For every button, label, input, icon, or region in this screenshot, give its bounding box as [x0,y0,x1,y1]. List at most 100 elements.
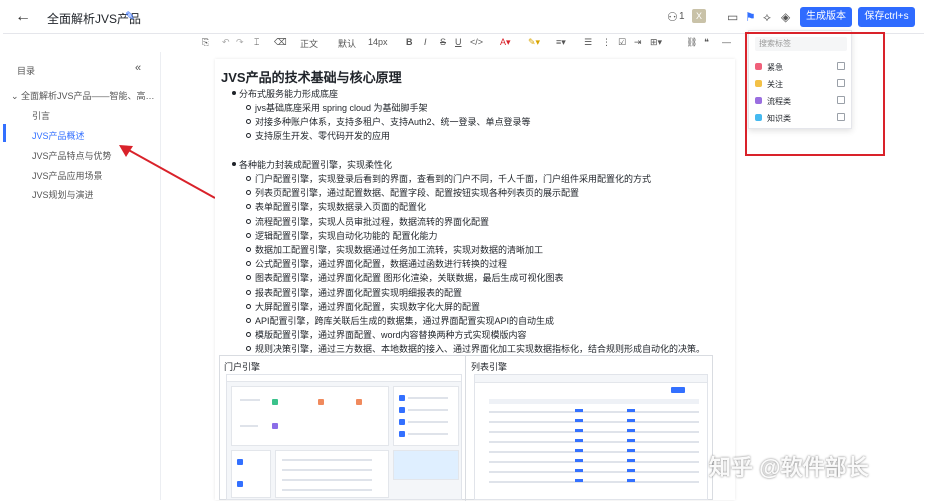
redo-icon[interactable]: ↷ [236,37,244,48]
section1-sub: jvs基础底座采用 spring cloud 为基础脚手架 [255,103,428,113]
section2-sub: API配置引擎，跨库关联后生成的数据集，通过界面配置实现API的自动生成 [255,316,555,326]
collaborators-icon[interactable]: ⚇ [667,10,678,24]
sub-bullet [246,176,251,181]
table-divider [465,356,466,501]
portal-engine-image [226,374,462,500]
italic-button[interactable]: I [424,37,427,47]
section2-sub: 逻辑配置引擎，实现自动化功能的 配置化能力 [255,230,438,241]
outline-item-features[interactable]: JVS产品特点与优势 [32,149,112,162]
outline-item-roadmap[interactable]: JVS规划与演进 [32,188,94,201]
more-icon[interactable]: — [722,37,731,47]
section2-sub: 表单配置引擎，实现数据录入页面的配置化 [255,202,427,213]
sub-bullet [246,190,251,196]
edit-pencil-icon[interactable]: ✎ [125,9,135,23]
sub-bullet [246,303,251,309]
screenshot-table: 门户引擎 列表引擎 [219,355,713,501]
sub-bullet [246,204,251,210]
bullet-dot [232,91,236,95]
share-icon[interactable]: ⟡ [763,10,771,25]
sub-bullet [246,261,251,267]
document-page[interactable]: JVS产品的技术基础与核心原理 分布式服务能力形成底座 jvs基础底座采用 sp… [215,59,735,501]
format-toolbar: ⎘ ↶ ↷ ⌶ ⌫ 正文 默认 14px B I S U </> A▾ ✎▾ ≡… [198,34,738,52]
section2-sub: 报表配置引擎，通过界面化配置实现明细报表的配置 [255,287,463,298]
avatar[interactable]: X [692,9,706,23]
list-engine-image [474,374,708,500]
mock-banner-card [393,450,459,480]
bookmark-icon[interactable]: ⚑ [745,10,756,24]
outline-title: 目录 [17,66,36,76]
folder-icon[interactable]: ▭ [727,10,738,24]
indent-icon[interactable]: ⇥ [634,37,642,48]
annotation-arrow [119,145,216,199]
font-select[interactable]: 默认 [338,37,356,50]
checklist-icon[interactable]: ☑ [618,37,626,48]
watermark: 知乎 @软件部长 [709,455,869,480]
link-icon[interactable]: ⛓ [686,37,697,48]
code-icon[interactable]: </> [470,37,483,47]
bullet-dot [232,162,236,166]
active-indicator [3,124,6,142]
top-bar: ← 全面解析JVS产品 ✎ ⚇ 1 X ▭ ⚑ ⟡ ◈ 生成版本 保存ctrl+… [3,0,924,34]
outline-item-intro[interactable]: 引言 [32,109,50,122]
outline-item-overview[interactable]: JVS产品概述 [32,129,85,142]
sub-bullet [246,232,251,238]
section1-sub: 支持原生开发、零代码开发的应用 [255,131,391,141]
quote-icon[interactable]: ❝ [704,37,709,48]
portal-engine-caption: 门户引擎 [224,362,261,372]
highlight-icon[interactable]: ✎▾ [528,37,540,48]
sub-bullet [246,133,251,138]
align-icon[interactable]: ≡▾ [556,37,566,48]
sub-bullet [246,346,251,352]
brush-icon[interactable]: ⌶ [254,37,259,48]
mock-todo-card [393,386,459,446]
undo-icon[interactable]: ↶ [222,37,230,48]
generate-version-button[interactable]: 生成版本 [800,7,852,27]
eraser-icon[interactable]: ⌫ [274,37,287,48]
document-heading: JVS产品的技术基础与核心原理 [221,70,402,85]
sub-bullet [246,218,251,224]
outline-sidebar: 目录 « ⌄ 全面解析JVS产品——智能、高… 引言 JVS产品概述 JVS产品… [3,52,161,500]
sub-bullet [246,105,251,110]
sub-bullet [246,332,251,338]
section1-bullet: 分布式服务能力形成底座 [239,89,339,99]
bullet-list-icon[interactable]: ☰ [584,37,592,48]
back-arrow-icon[interactable]: ← [15,8,31,26]
section2-sub: 列表页配置引擎，通过配置数据、配置字段、配置按钮实现各种列表页的展示配置 [255,188,580,199]
sub-bullet [246,119,251,124]
strike-button[interactable]: S [440,37,446,47]
section2-sub: 模版配置引擎，通过界面配置、word内容替换两种方式实现模版内容 [255,330,527,341]
section2-sub: 图表配置引擎，通过界面化配置 图形化渲染，关联数据，最后生成可视化图表 [255,273,564,284]
font-color-icon[interactable]: A▾ [500,37,511,48]
outline-item-root[interactable]: ⌄ 全面解析JVS产品——智能、高… [11,89,155,102]
sub-bullet [246,289,251,295]
mock-list-card [275,450,389,498]
bold-button[interactable]: B [406,37,413,47]
outline-item-label: 全面解析JVS产品——智能、高… [21,91,155,101]
mock-metric-card [231,450,271,498]
sub-bullet [246,275,251,281]
font-size-select[interactable]: 14px [368,37,388,47]
layers-icon[interactable]: ◈ [781,10,790,24]
underline-button[interactable]: U [455,37,462,47]
outline-item-scenarios[interactable]: JVS产品应用场景 [32,169,103,182]
section2-sub: 大屏配置引擎，通过界面化配置，实现数字化大屏的配置 [255,301,481,312]
collapse-icon[interactable]: « [135,62,141,74]
editor-window: ← 全面解析JVS产品 ✎ ⚇ 1 X ▭ ⚑ ⟡ ◈ 生成版本 保存ctrl+… [3,0,924,501]
section2-sub: 门户配置引擎，实现登录后看到的界面，查看到的门户不同，千人千面，门户组件采用配置… [255,174,652,184]
section2-sub: 公式配置引擎，通过界面化配置，数据通过函数进行转换的过程 [255,259,508,270]
mock-stat-card [231,386,389,446]
table-icon[interactable]: ⊞▾ [650,37,662,48]
sub-bullet [246,318,251,323]
section2-bullet: 各种能力封装成配置引擎，实现柔性化 [239,160,393,170]
ordered-list-icon[interactable]: ⋮ [602,37,611,48]
section1-sub: 对接多种账户体系，支持多租户、支持Auth2、统一登录、单点登录等 [255,117,531,127]
section2-sub: 流程配置引擎，实现人员审批过程，数据流转的界面化配置 [255,216,490,227]
collaborator-count: 1 [679,11,685,22]
paragraph-style-select[interactable]: 正文 [300,37,318,50]
list-engine-caption: 列表引擎 [471,362,508,372]
save-button[interactable]: 保存ctrl+s [858,7,915,27]
sub-bullet [246,247,251,252]
section2-sub: 数据加工配置引擎，实现数据通过任务加工流转，实现对数据的清晰加工 [255,245,544,255]
format-painter-icon[interactable]: ⎘ [202,37,209,48]
mock-header [227,375,461,382]
